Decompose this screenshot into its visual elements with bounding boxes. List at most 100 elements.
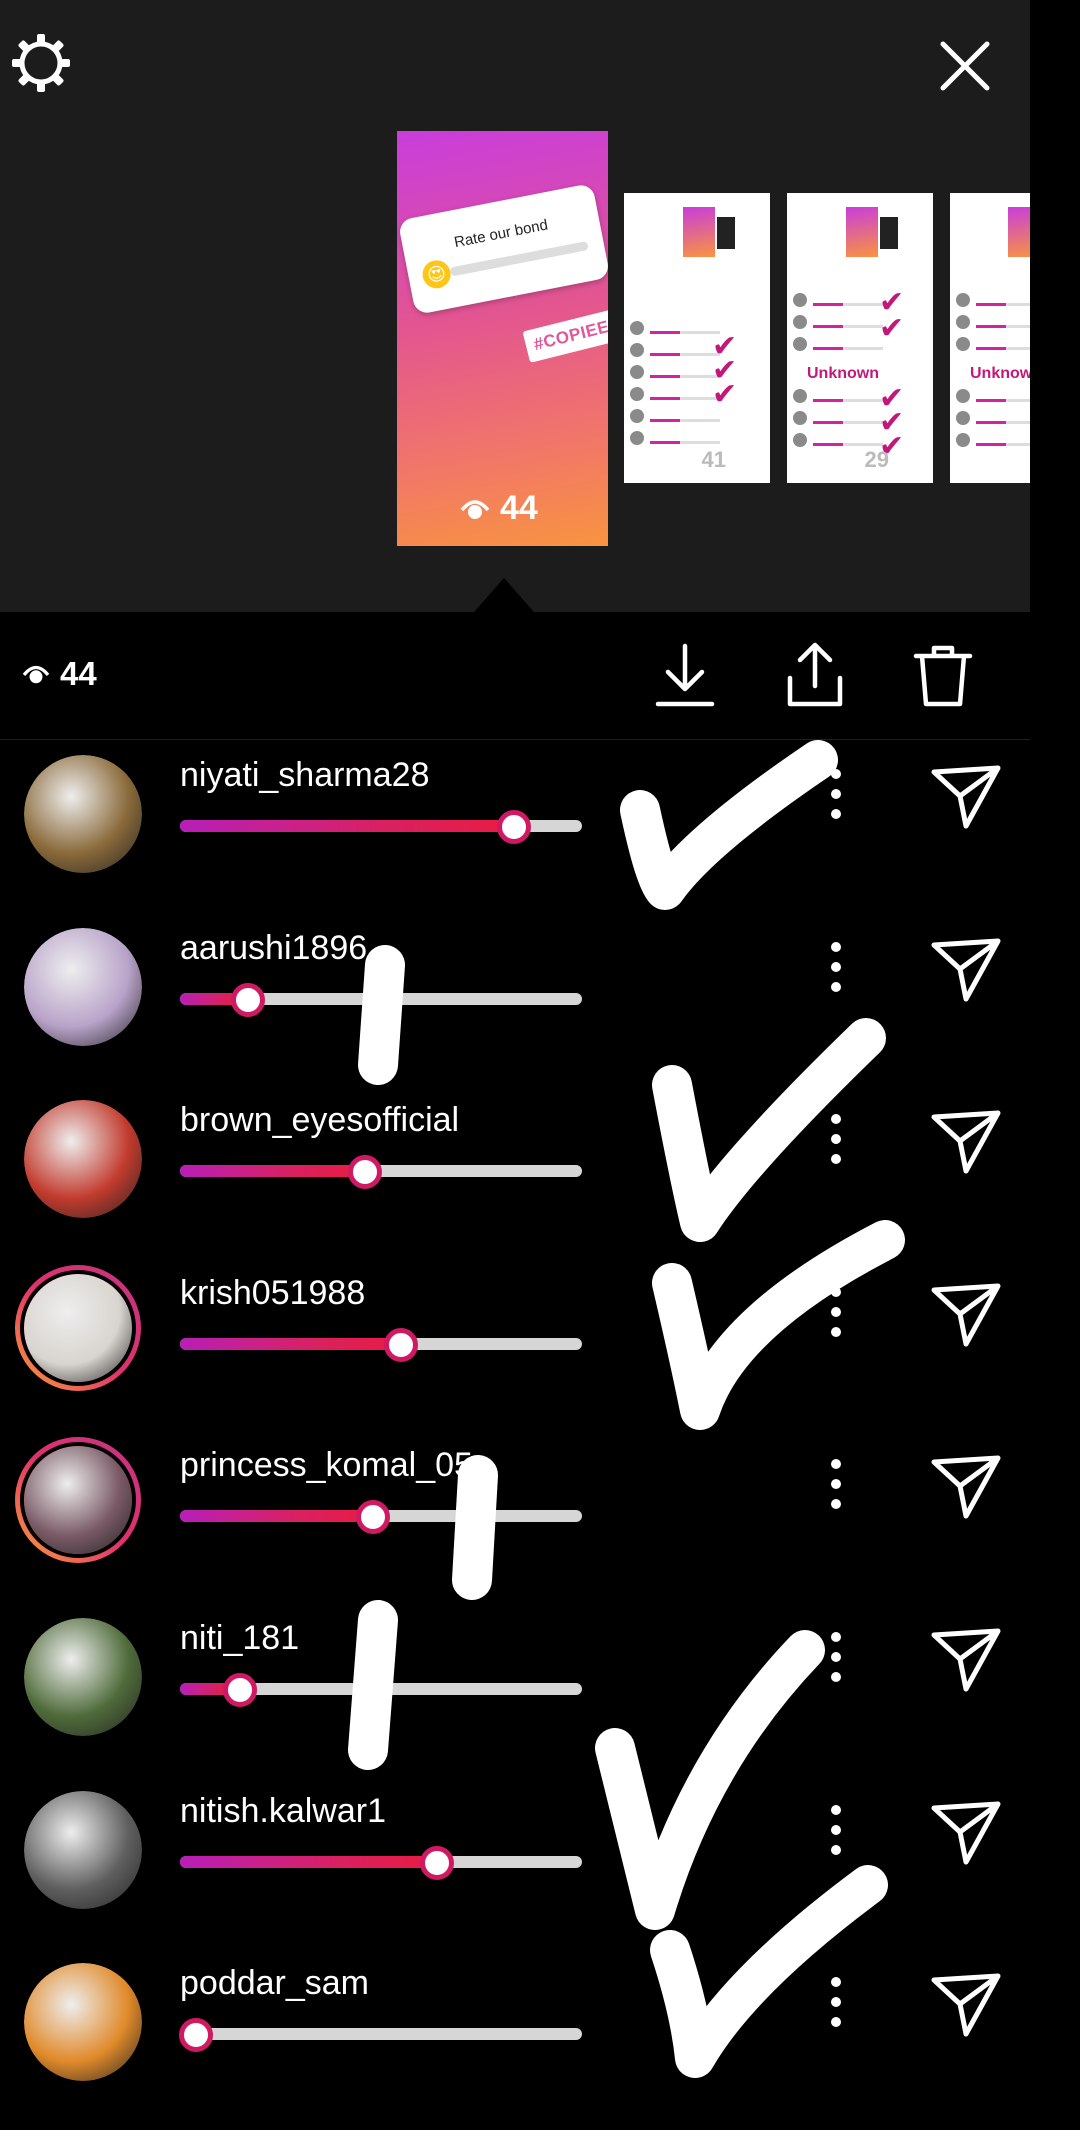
viewer-username[interactable]: brown_eyesofficial bbox=[180, 1101, 459, 1140]
send-icon bbox=[931, 1801, 1001, 1865]
thumbnail-row bbox=[793, 293, 925, 311]
viewer-row[interactable]: krish051988 bbox=[0, 1260, 1030, 1432]
send-message-button[interactable] bbox=[928, 1621, 1004, 1697]
more-options-button[interactable] bbox=[818, 762, 854, 838]
story-view-count: 44 bbox=[460, 489, 538, 528]
story-thumbnail-2[interactable]: Unknown ✔ ✔ ✔ ✔ ✔ 29 bbox=[787, 193, 933, 483]
close-icon bbox=[940, 41, 990, 91]
send-message-button[interactable] bbox=[928, 1448, 1004, 1524]
story-thumbnail-3[interactable]: Unknow bbox=[950, 193, 1030, 483]
thumbnail-unknown-label: Unknown bbox=[807, 365, 879, 382]
viewer-row[interactable]: niti_181 bbox=[0, 1605, 1030, 1777]
more-options-button[interactable] bbox=[818, 935, 854, 1011]
share-button[interactable] bbox=[782, 640, 848, 710]
download-icon bbox=[655, 643, 715, 707]
avatar[interactable] bbox=[24, 1963, 142, 2081]
rating-slider-thumb bbox=[223, 1673, 257, 1707]
more-options-button[interactable] bbox=[818, 1625, 854, 1701]
more-options-button[interactable] bbox=[818, 1280, 854, 1356]
rating-slider-thumb bbox=[356, 1500, 390, 1534]
more-options-button[interactable] bbox=[818, 1107, 854, 1183]
thumbnail-story-preview bbox=[846, 207, 878, 257]
rating-slider-fill bbox=[180, 820, 514, 832]
avatar[interactable] bbox=[15, 1265, 141, 1391]
more-vertical-icon bbox=[831, 1805, 841, 1855]
avatar-image bbox=[24, 755, 142, 873]
more-options-button[interactable] bbox=[818, 1798, 854, 1874]
send-message-button[interactable] bbox=[928, 1103, 1004, 1179]
rating-slider-thumb bbox=[179, 2018, 213, 2052]
trash-icon bbox=[913, 645, 973, 707]
thumbnail-unknown-label: Unknow bbox=[970, 365, 1030, 382]
gear-icon bbox=[12, 34, 70, 92]
viewer-username[interactable]: krish051988 bbox=[180, 1274, 365, 1313]
viewer-row[interactable]: brown_eyesofficial bbox=[0, 1087, 1030, 1259]
rating-slider bbox=[180, 1673, 582, 1707]
story-hashtag-sticker: #COPIEE bbox=[522, 309, 608, 363]
eye-icon bbox=[460, 499, 490, 519]
avatar[interactable] bbox=[24, 1618, 142, 1736]
avatar[interactable] bbox=[24, 755, 142, 873]
delete-button[interactable] bbox=[910, 640, 976, 710]
thumbnail-row bbox=[630, 365, 762, 383]
thumbnail-row bbox=[956, 389, 1030, 407]
send-icon bbox=[931, 1628, 1001, 1692]
send-message-button[interactable] bbox=[928, 1794, 1004, 1870]
close-button[interactable] bbox=[935, 36, 995, 96]
send-message-button[interactable] bbox=[928, 1966, 1004, 2042]
thumbnail-check-mark: ✔ bbox=[712, 378, 738, 411]
send-message-button[interactable] bbox=[928, 1276, 1004, 1352]
viewer-row[interactable]: poddar_sam bbox=[0, 1950, 1030, 2122]
viewer-row[interactable]: princess_komal_05 bbox=[0, 1432, 1030, 1604]
rating-slider-fill bbox=[180, 1856, 437, 1868]
thumbnail-row bbox=[630, 343, 762, 361]
avatar-image bbox=[24, 1963, 142, 2081]
viewer-row[interactable]: niyati_sharma28 bbox=[0, 742, 1030, 914]
story-views-value: 44 bbox=[500, 489, 538, 527]
viewer-row[interactable]: aarushi1896 bbox=[0, 915, 1030, 1087]
viewer-username[interactable]: niyati_sharma28 bbox=[180, 756, 429, 795]
avatar[interactable] bbox=[24, 1100, 142, 1218]
thumbnail-row bbox=[630, 409, 762, 427]
more-options-button[interactable] bbox=[818, 1452, 854, 1528]
rating-slider bbox=[180, 1155, 582, 1189]
right-gutter bbox=[1030, 0, 1080, 2130]
thumbnail-view-count: 29 bbox=[864, 447, 889, 472]
more-options-button[interactable] bbox=[818, 1970, 854, 2046]
send-message-button[interactable] bbox=[928, 758, 1004, 834]
viewer-username[interactable]: poddar_sam bbox=[180, 1964, 369, 2003]
viewer-row[interactable]: nitish.kalwar1 bbox=[0, 1778, 1030, 1950]
rating-slider bbox=[179, 2018, 582, 2052]
thumbnail-row bbox=[630, 431, 762, 449]
thumbnail-row bbox=[793, 337, 925, 355]
avatar[interactable] bbox=[24, 928, 142, 1046]
rating-sticker: Rate our bond 😍 bbox=[397, 182, 608, 316]
share-icon bbox=[787, 642, 843, 707]
story-archive-strip[interactable]: Rate our bond 😍 #COPIEE 44 ✔ ✔ ✔ 41 Unkn… bbox=[0, 0, 1030, 612]
selected-story-preview[interactable]: Rate our bond 😍 #COPIEE 44 bbox=[397, 131, 608, 546]
avatar-story-ring bbox=[20, 1442, 136, 1558]
rating-slider-fill bbox=[180, 1165, 365, 1177]
avatar[interactable] bbox=[24, 1791, 142, 1909]
avatar-image bbox=[24, 1791, 142, 1909]
toolbar-view-count: 44 bbox=[22, 655, 97, 693]
viewer-username[interactable]: nitish.kalwar1 bbox=[180, 1792, 386, 1831]
download-button[interactable] bbox=[652, 640, 718, 710]
avatar[interactable] bbox=[15, 1437, 141, 1563]
rating-slider-fill bbox=[180, 1338, 401, 1350]
viewer-username[interactable]: aarushi1896 bbox=[180, 929, 367, 968]
avatar-image bbox=[24, 1100, 142, 1218]
story-thumbnail-1[interactable]: ✔ ✔ ✔ 41 bbox=[624, 193, 770, 483]
thumbnail-row bbox=[793, 411, 925, 429]
viewer-username[interactable]: princess_komal_05 bbox=[180, 1446, 473, 1485]
thumbnail-story-preview bbox=[1008, 207, 1030, 257]
rating-slider-thumb bbox=[348, 1155, 382, 1189]
eye-icon bbox=[22, 665, 50, 684]
viewer-username[interactable]: niti_181 bbox=[180, 1619, 299, 1658]
send-message-button[interactable] bbox=[928, 931, 1004, 1007]
rating-slider-fill bbox=[180, 1510, 373, 1522]
rating-slider-thumb bbox=[420, 1846, 454, 1880]
thumbnail-row bbox=[793, 433, 925, 451]
settings-button[interactable] bbox=[8, 30, 74, 96]
thumbnail-row bbox=[956, 337, 1030, 355]
